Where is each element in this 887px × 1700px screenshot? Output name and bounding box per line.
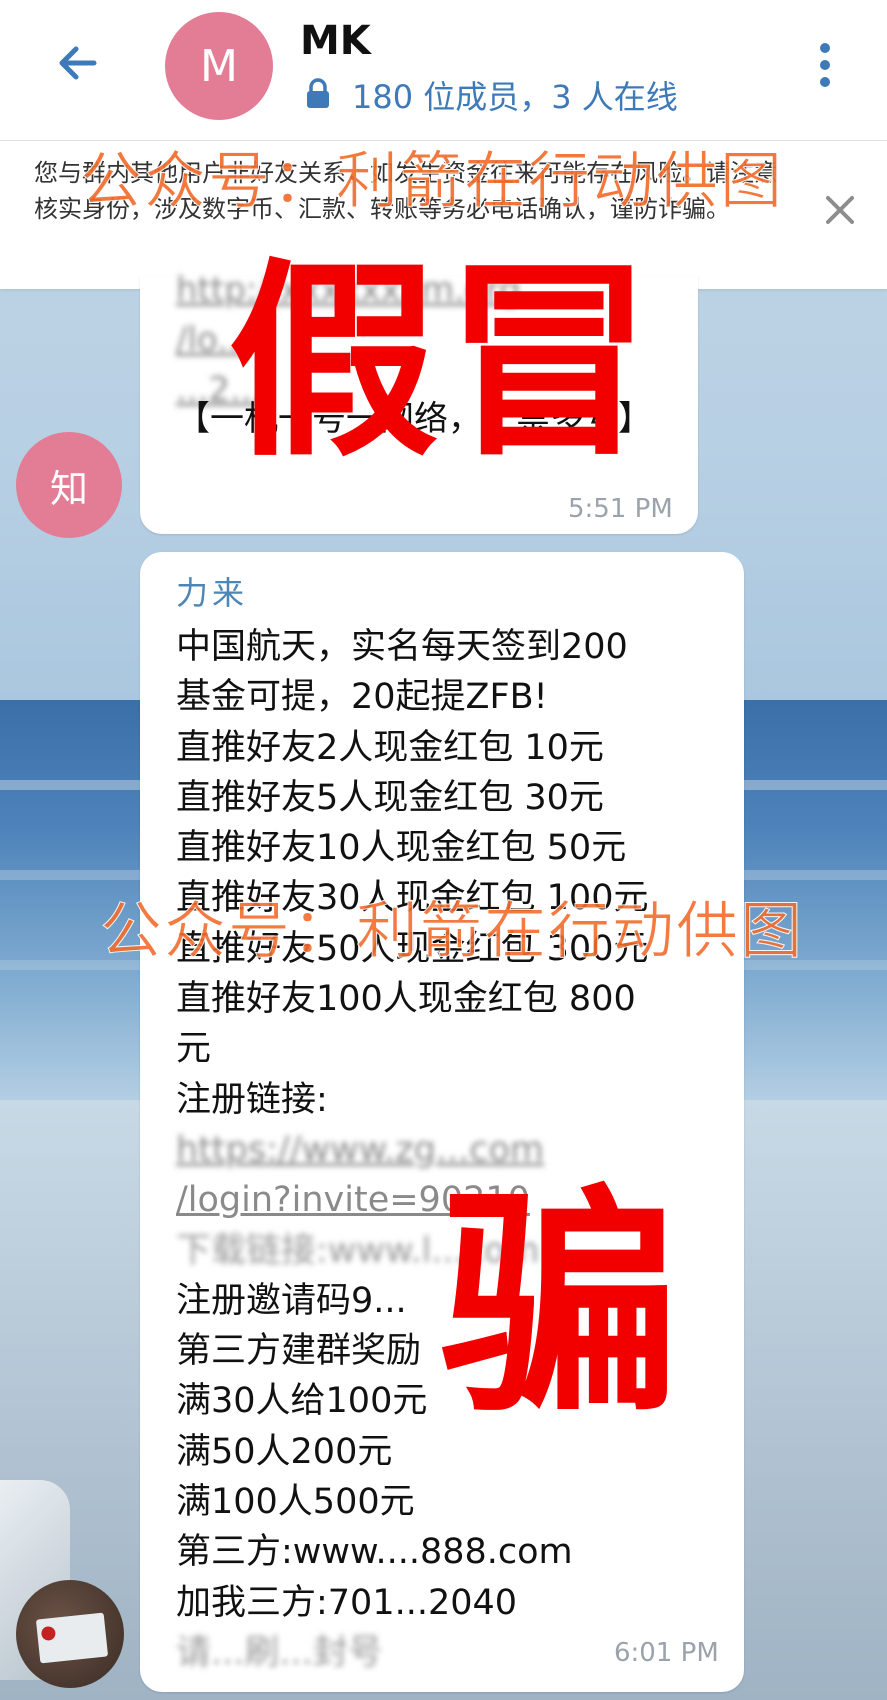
message-line: 直推好友2人现金红包 10元	[176, 727, 604, 768]
message-time: 5:51 PM	[568, 494, 673, 524]
message-bubble[interactable]: 力来 中国航天，实名每天签到200 基金可提，20起提ZFB! 直推好友2人现金…	[140, 552, 744, 1692]
message-line: 满100人500元	[176, 1482, 415, 1523]
message-line: 基金可提，20起提ZFB!	[176, 677, 548, 718]
message-line: 第三方:www....888.com	[176, 1532, 573, 1573]
warning-stamp-scam: 骗	[440, 1165, 681, 1445]
watermark-text: 公众号：利箭在行动供图	[79, 144, 785, 218]
chat-title[interactable]: MK	[300, 18, 371, 64]
watermark-text: 公众号：利箭在行动供图	[99, 894, 805, 968]
group-avatar[interactable]: M	[165, 12, 273, 120]
chat-header: M MK 180 位成员，3 人在线	[0, 0, 887, 141]
sender-avatar[interactable]: 知	[16, 432, 122, 538]
emblem-icon	[40, 1625, 57, 1642]
message-line: 注册链接:	[176, 1079, 328, 1120]
message-line: 中国航天，实名每天签到200	[176, 627, 628, 667]
message-line: 直推好友100人现金红包 800	[176, 979, 636, 1020]
message-line: 直推好友5人现金红包 30元	[176, 777, 604, 818]
message-line: 加我三方:701...2040	[176, 1582, 518, 1623]
avatar-card-image	[35, 1612, 109, 1664]
close-icon[interactable]	[822, 192, 858, 228]
message-text: 中国航天，实名每天签到200 基金可提，20起提ZFB! 直推好友2人现金红包 …	[176, 622, 736, 1678]
lock-icon	[307, 78, 329, 108]
sender-avatar[interactable]	[16, 1580, 124, 1688]
warning-stamp-fake: 假冒	[228, 240, 661, 485]
sender-name[interactable]: 力来	[176, 568, 248, 614]
message-time: 6:01 PM	[614, 1638, 719, 1668]
message-line: 元	[176, 1029, 212, 1070]
more-vertical-icon[interactable]	[815, 40, 835, 90]
message-line: 直推好友10人现金红包 50元	[176, 828, 627, 869]
members-status: 180 位成员，3 人在线	[352, 78, 678, 116]
back-arrow-icon[interactable]	[50, 35, 106, 91]
